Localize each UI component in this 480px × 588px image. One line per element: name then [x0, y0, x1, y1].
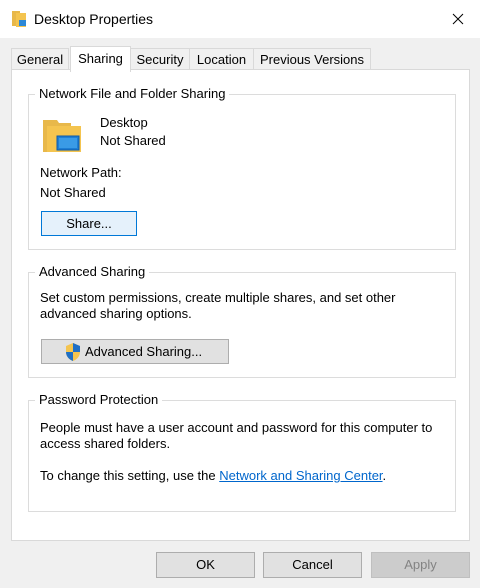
tab-previous-versions[interactable]: Previous Versions — [253, 48, 371, 70]
network-path-label: Network Path: — [40, 165, 122, 180]
sharing-panel: Network File and Folder Sharing Desktop … — [11, 69, 470, 541]
folder-icon — [12, 11, 26, 27]
group-title: Network File and Folder Sharing — [35, 86, 230, 101]
folder-share-status: Not Shared — [100, 133, 166, 148]
title-bar: Desktop Properties — [0, 0, 480, 38]
advanced-sharing-group: Advanced Sharing Set custom permissions,… — [28, 264, 456, 378]
password-protection-description: access shared folders. — [40, 436, 171, 451]
tab-security[interactable]: Security — [130, 48, 190, 70]
advanced-sharing-button[interactable]: Advanced Sharing... — [41, 339, 229, 364]
network-sharing-group: Network File and Folder Sharing Desktop … — [28, 86, 456, 250]
tab-strip: General Sharing Security Location Previo… — [11, 46, 471, 72]
tab-sharing[interactable]: Sharing — [70, 46, 131, 72]
advanced-sharing-description: Set custom permissions, create multiple … — [40, 290, 396, 305]
change-setting-suffix: . — [382, 468, 387, 483]
folder-name: Desktop — [100, 115, 148, 130]
tab-general[interactable]: General — [11, 48, 69, 70]
advanced-sharing-description: advanced sharing options. — [40, 306, 192, 321]
close-button[interactable] — [436, 0, 480, 38]
window-title: Desktop Properties — [34, 11, 154, 27]
ok-button[interactable]: OK — [156, 552, 255, 578]
uac-shield-icon — [66, 343, 80, 361]
close-icon — [452, 13, 464, 25]
shared-folder-icon — [43, 120, 81, 152]
advanced-sharing-button-label: Advanced Sharing... — [85, 344, 203, 359]
network-path-value: Not Shared — [40, 185, 106, 200]
apply-button[interactable]: Apply — [371, 552, 470, 578]
tab-location[interactable]: Location — [189, 48, 254, 70]
change-setting-prefix: To change this setting, use the — [40, 468, 220, 483]
group-title: Password Protection — [35, 392, 163, 407]
group-title: Advanced Sharing — [35, 264, 150, 279]
password-protection-description: People must have a user account and pass… — [40, 420, 433, 435]
change-setting-text: To change this setting, use the Network … — [40, 468, 386, 483]
network-sharing-center-link[interactable]: Network and Sharing Center — [219, 468, 382, 483]
cancel-button[interactable]: Cancel — [263, 552, 362, 578]
password-protection-group: Password Protection People must have a u… — [28, 392, 456, 512]
share-button[interactable]: Share... — [41, 211, 137, 236]
